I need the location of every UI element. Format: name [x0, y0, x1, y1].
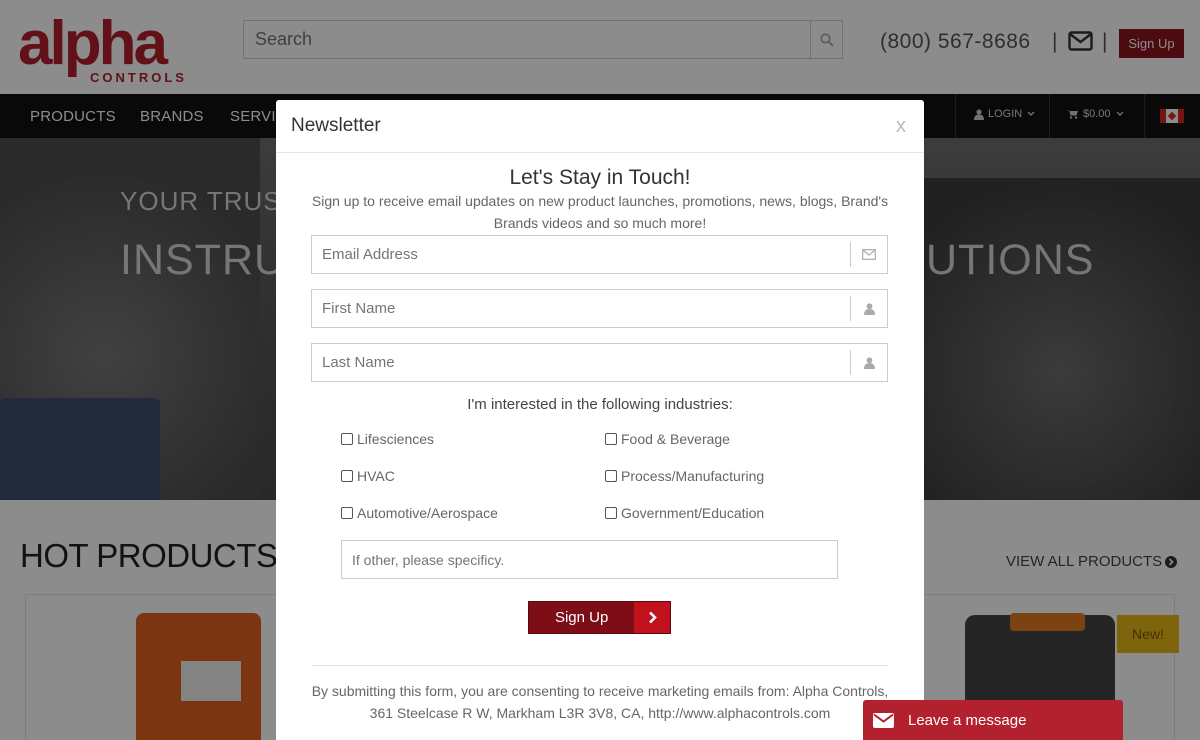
checkbox-box[interactable] [605, 507, 617, 519]
checkbox-process-manufacturing[interactable]: Process/Manufacturing [605, 468, 764, 484]
email-input[interactable] [312, 236, 850, 273]
other-industry-input[interactable] [342, 541, 837, 578]
email-field [311, 235, 888, 274]
checkbox-government-education[interactable]: Government/Education [605, 505, 764, 521]
newsletter-signup-button[interactable]: Sign Up [528, 601, 671, 634]
checkbox-box[interactable] [341, 433, 353, 445]
consent-text: By submitting this form, you are consent… [311, 683, 889, 721]
checkbox-lifesciences[interactable]: Lifesciences [341, 431, 434, 447]
first-name-input[interactable] [312, 290, 850, 327]
leave-message-widget[interactable]: Leave a message [863, 700, 1123, 740]
leave-message-label: Leave a message [908, 711, 1027, 729]
checkbox-box[interactable] [341, 470, 353, 482]
envelope-icon [850, 242, 887, 267]
checkbox-label: Government/Education [621, 505, 765, 521]
close-button[interactable]: x [896, 115, 906, 138]
checkbox-box[interactable] [605, 433, 617, 445]
checkbox-label: Process/Manufacturing [621, 468, 765, 484]
signup-button-label: Sign Up [554, 609, 609, 626]
industries-label: I'm interested in the following industri… [467, 396, 733, 413]
checkbox-box[interactable] [341, 507, 353, 519]
user-icon [850, 296, 887, 321]
envelope-icon [873, 712, 894, 728]
checkbox-food-beverage[interactable]: Food & Beverage [605, 431, 730, 447]
user-icon [850, 350, 887, 375]
checkbox-hvac[interactable]: HVAC [341, 468, 395, 484]
checkbox-label: Lifesciences [357, 431, 435, 447]
checkbox-label: Automotive/Aerospace [357, 505, 498, 521]
last-name-input[interactable] [312, 344, 850, 381]
modal-heading: Let's Stay in Touch! [509, 166, 691, 189]
last-name-field [311, 343, 888, 382]
first-name-field [311, 289, 888, 328]
checkbox-box[interactable] [605, 470, 617, 482]
newsletter-modal: Newsletter x Let's Stay in Touch! Sign u… [276, 100, 924, 740]
modal-description: Sign up to receive email updates on new … [311, 193, 889, 231]
chevron-right-icon [634, 602, 670, 633]
checkbox-label: Food & Beverage [621, 431, 730, 447]
checkbox-automotive-aerospace[interactable]: Automotive/Aerospace [341, 505, 498, 521]
modal-title: Newsletter [291, 115, 381, 136]
checkbox-label: HVAC [357, 468, 395, 484]
other-industry-field [341, 540, 838, 579]
modal-header: Newsletter x [276, 100, 924, 153]
modal-divider [311, 665, 888, 666]
